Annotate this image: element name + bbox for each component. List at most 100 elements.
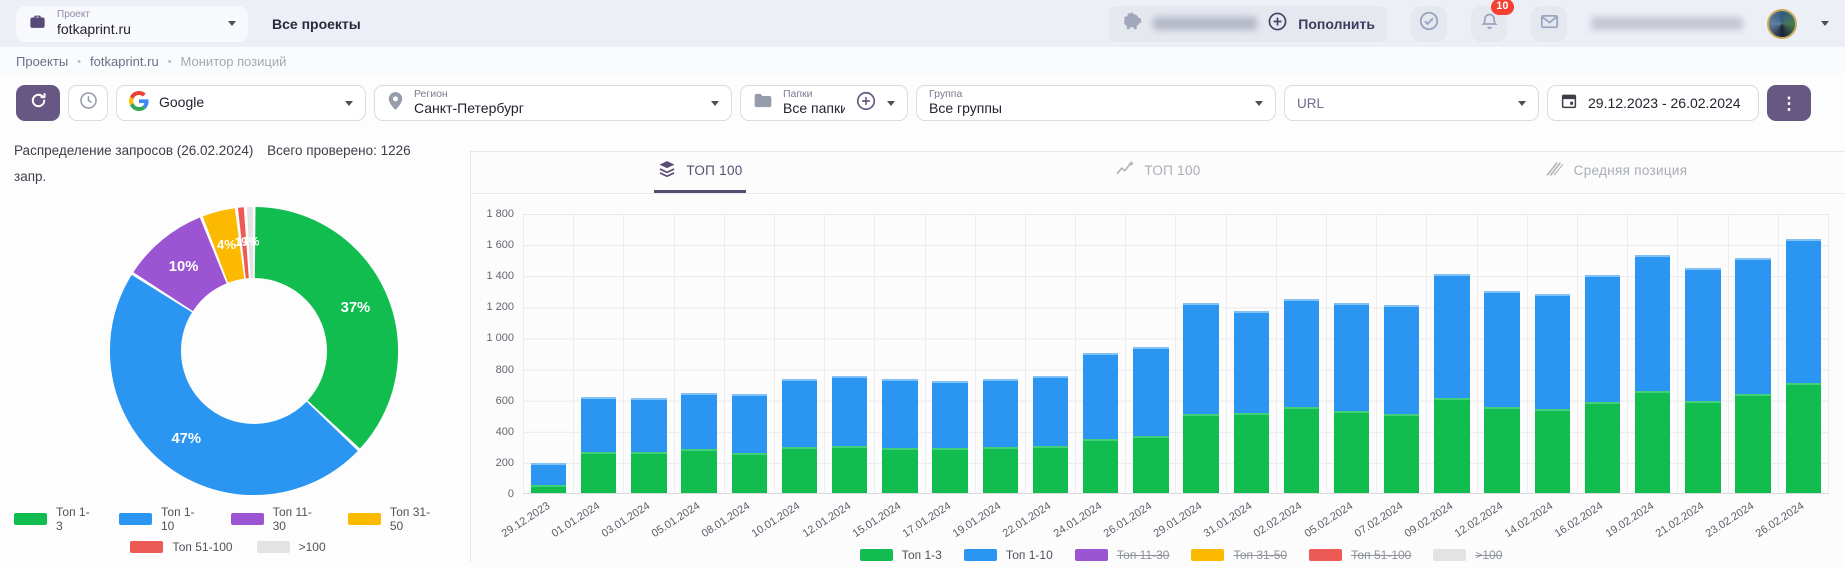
all-projects-link[interactable]: Все проекты (272, 16, 361, 32)
bar-segment-top1-10[interactable] (732, 394, 767, 452)
stacked-bar[interactable] (1384, 305, 1419, 493)
stacked-bar[interactable] (932, 381, 967, 493)
bar-segment-top1-3[interactable] (1033, 446, 1068, 493)
bar-segment-top1-10[interactable] (882, 379, 917, 447)
avatar[interactable] (1767, 9, 1797, 39)
region-select[interactable]: Регион Санкт-Петербург (374, 85, 732, 121)
bar-segment-top1-10[interactable] (1033, 376, 1068, 446)
bar-segment-top1-10[interactable] (1334, 303, 1369, 410)
bar-segment-top1-10[interactable] (1585, 275, 1620, 402)
bar-segment-top1-10[interactable] (1133, 347, 1168, 436)
bar-segment-top1-3[interactable] (1284, 407, 1319, 493)
bar-segment-top1-3[interactable] (832, 446, 867, 493)
bar-segment-top1-3[interactable] (782, 447, 817, 493)
stacked-bar[interactable] (581, 397, 616, 493)
bar-segment-top1-3[interactable] (1384, 414, 1419, 493)
stacked-bar[interactable] (681, 393, 716, 493)
search-engine-select[interactable]: Google (116, 85, 366, 121)
donut-legend-item[interactable]: >100 (257, 540, 326, 554)
bar-segment-top1-10[interactable] (1083, 353, 1118, 439)
bar-segment-top1-10[interactable] (1685, 268, 1720, 401)
bar-segment-top1-3[interactable] (1334, 411, 1369, 493)
stacked-bar[interactable] (882, 379, 917, 493)
bar-segment-top1-10[interactable] (681, 393, 716, 449)
bar-segment-top1-3[interactable] (1735, 394, 1770, 493)
bar-legend-item[interactable]: Топ 1-3 (860, 548, 942, 562)
stacked-bar[interactable] (983, 379, 1018, 493)
stacked-bar[interactable] (1284, 299, 1319, 493)
bar-segment-top1-10[interactable] (1284, 299, 1319, 407)
stacked-bar[interactable] (782, 379, 817, 493)
bar-segment-top1-3[interactable] (1133, 436, 1168, 493)
bar-segment-top1-10[interactable] (1484, 291, 1519, 408)
stacked-bar[interactable] (732, 394, 767, 493)
donut-legend-item[interactable]: Топ 1-3 (14, 505, 95, 533)
add-folder-button[interactable] (855, 90, 877, 117)
bar-segment-top1-3[interactable] (1535, 409, 1570, 493)
stacked-bar[interactable] (531, 463, 566, 493)
stacked-bar[interactable] (1234, 311, 1269, 493)
bar-legend-item[interactable]: >100 (1433, 548, 1502, 562)
bar-segment-top1-10[interactable] (782, 379, 817, 447)
stacked-bar[interactable] (1033, 376, 1068, 493)
bar-segment-top1-10[interactable] (1786, 239, 1821, 383)
project-selector[interactable]: Проект fotkaprint.ru (16, 6, 248, 42)
date-range-picker[interactable]: 29.12.2023 - 26.02.2024 (1547, 85, 1759, 121)
bar-segment-top1-3[interactable] (1434, 398, 1469, 493)
tab-top100-stacked[interactable]: ТОП 100 (471, 152, 929, 193)
donut-chart[interactable]: 37%47%10%4%1%1% (104, 203, 404, 499)
bar-segment-top1-3[interactable] (531, 485, 566, 493)
bar-segment-top1-3[interactable] (732, 453, 767, 493)
stacked-bar[interactable] (1133, 347, 1168, 493)
stacked-bar[interactable] (1635, 255, 1670, 493)
bar-segment-top1-3[interactable] (1685, 401, 1720, 493)
bar-segment-top1-10[interactable] (1635, 255, 1670, 391)
history-button[interactable] (68, 85, 108, 121)
bar-segment-top1-10[interactable] (832, 376, 867, 445)
breadcrumb-project-name[interactable]: fotkaprint.ru (90, 54, 159, 69)
bar-segment-top1-3[interactable] (681, 449, 716, 493)
refresh-button[interactable] (16, 85, 60, 121)
stacked-bar[interactable] (631, 398, 666, 493)
stacked-bar[interactable] (1685, 268, 1720, 493)
balance-topup-area[interactable]: Пополнить (1109, 6, 1387, 42)
bar-legend-item[interactable]: Топ 51-100 (1309, 548, 1411, 562)
bar-segment-top1-10[interactable] (1434, 274, 1469, 398)
donut-legend-item[interactable]: Топ 1-10 (119, 505, 207, 533)
bar-segment-top1-10[interactable] (1535, 294, 1570, 409)
bar-segment-top1-3[interactable] (1083, 439, 1118, 493)
bar-segment-top1-3[interactable] (1484, 407, 1519, 493)
bar-segment-top1-3[interactable] (1786, 383, 1821, 493)
bar-segment-top1-3[interactable] (1234, 413, 1269, 493)
bar-segment-top1-10[interactable] (531, 463, 566, 486)
bar-legend-item[interactable]: Топ 1-10 (964, 548, 1053, 562)
stacked-bar[interactable] (1585, 275, 1620, 493)
breadcrumb-projects[interactable]: Проекты (16, 54, 68, 69)
bar-segment-top1-3[interactable] (1635, 391, 1670, 493)
bar-segment-top1-10[interactable] (631, 398, 666, 452)
bar-segment-top1-3[interactable] (631, 452, 666, 493)
stacked-bar[interactable] (1484, 291, 1519, 493)
bar-segment-top1-3[interactable] (983, 447, 1018, 493)
bar-segment-top1-10[interactable] (581, 397, 616, 451)
bar-segment-top1-10[interactable] (1735, 258, 1770, 394)
donut-legend-item[interactable]: Топ 51-100 (130, 540, 232, 554)
bar-segment-top1-3[interactable] (932, 448, 967, 493)
tasks-check-button[interactable] (1411, 6, 1447, 42)
bar-segment-top1-10[interactable] (932, 381, 967, 448)
account-chevron-down-icon[interactable] (1821, 21, 1829, 26)
stacked-bar[interactable] (1535, 294, 1570, 493)
bar-segment-top1-3[interactable] (1585, 402, 1620, 493)
tab-top100-lines[interactable]: ТОП 100 (929, 152, 1387, 193)
plus-circle-icon[interactable] (1267, 11, 1288, 37)
donut-legend-item[interactable]: Топ 31-50 (348, 505, 442, 533)
donut-legend-item[interactable]: Топ 11-30 (231, 505, 324, 533)
stacked-bar[interactable] (1434, 274, 1469, 493)
bar-segment-top1-3[interactable] (1183, 414, 1218, 493)
bar-segment-top1-3[interactable] (882, 448, 917, 493)
tab-average-position[interactable]: Средняя позиция (1387, 152, 1845, 193)
notifications-button[interactable]: 10 (1471, 6, 1507, 42)
stacked-bar[interactable] (1334, 303, 1369, 493)
bar-segment-top1-10[interactable] (1234, 311, 1269, 413)
bar-segment-top1-10[interactable] (983, 379, 1018, 447)
